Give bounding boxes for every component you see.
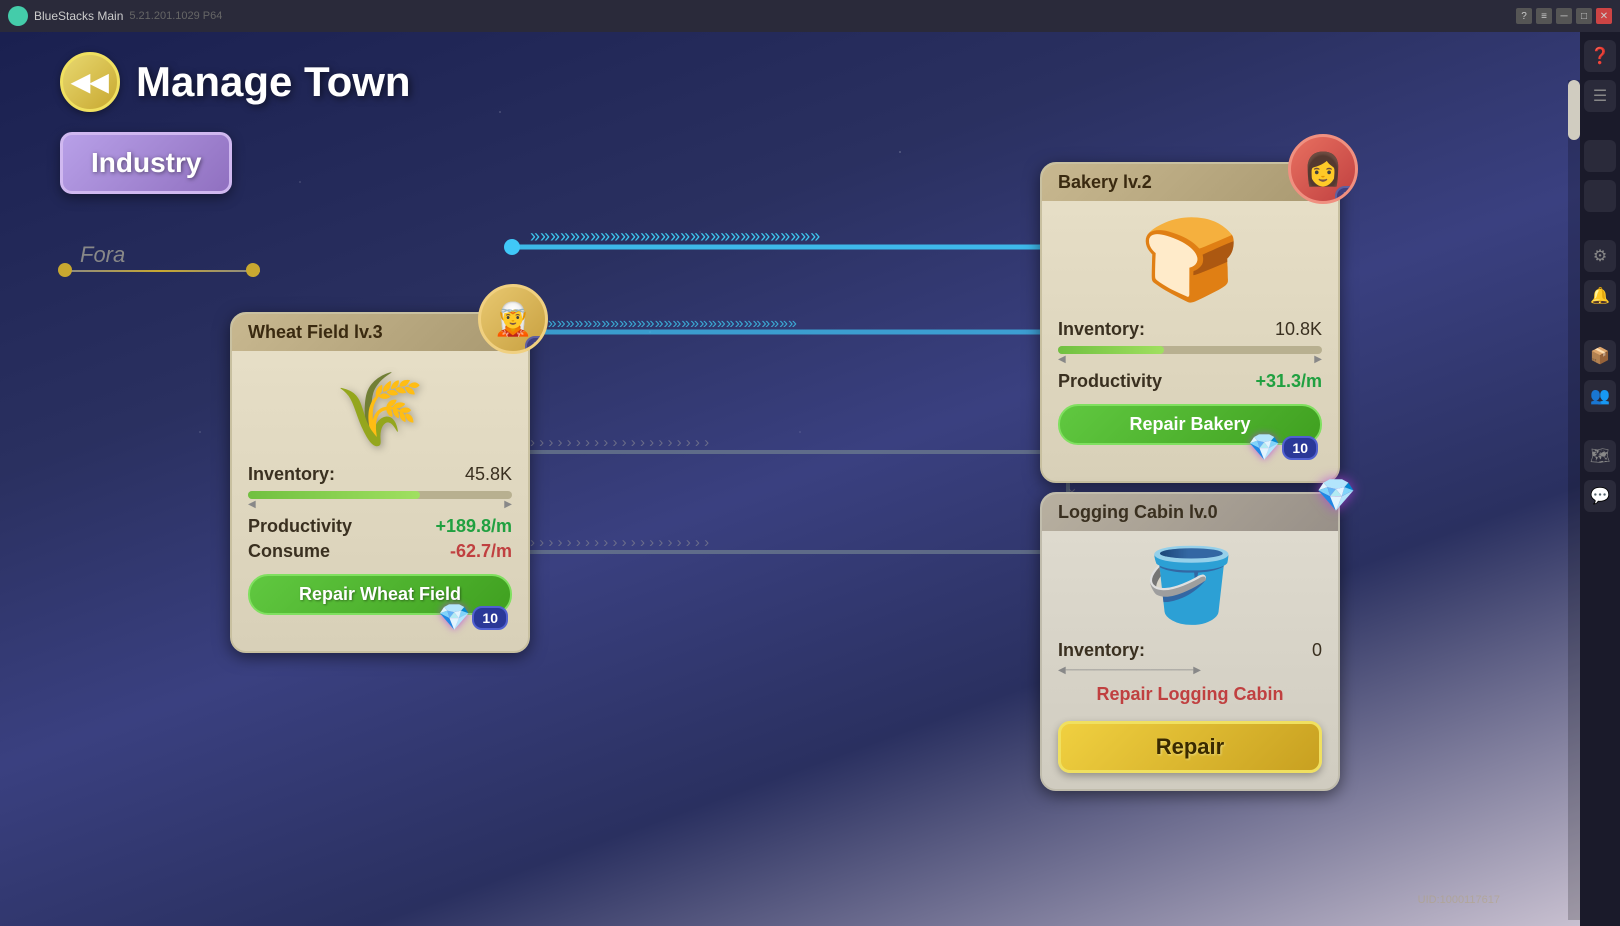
wheat-consume-stat: Consume -62.7/m bbox=[248, 541, 512, 562]
sidebar-icon-2[interactable]: ☰ bbox=[1584, 80, 1616, 112]
bakery-card: 👩 lv.30 Bakery lv.2 🍞 Inventory: 10.8K ◀… bbox=[1040, 162, 1340, 483]
wheat-consume-label: Consume bbox=[248, 541, 330, 562]
bakery-avatar: 👩 lv.30 bbox=[1288, 134, 1358, 204]
repair-logging-btn-label: Repair bbox=[1156, 734, 1224, 759]
wheat-repair-container: Repair Wheat Field 💎 10 bbox=[248, 574, 512, 615]
logging-gem-badge: 💎 bbox=[1316, 476, 1356, 514]
logging-header: Logging Cabin lv.0 bbox=[1042, 494, 1338, 531]
bakery-productivity-label: Productivity bbox=[1058, 371, 1162, 392]
wheat-gem-icon: 💎 bbox=[438, 602, 470, 633]
wheat-icon-container: 🌾 bbox=[248, 367, 512, 452]
bakery-inventory-progress: ◀▶ bbox=[1058, 346, 1322, 365]
logging-inventory-value: 0 bbox=[1312, 640, 1322, 661]
wheat-gem-badge: 💎 10 bbox=[438, 602, 508, 633]
title-bar-app-name: BlueStacks Main bbox=[34, 9, 123, 23]
wheat-inventory-label: Inventory: bbox=[248, 464, 335, 485]
repair-wheat-label: Repair Wheat Field bbox=[299, 584, 461, 605]
repair-bakery-label: Repair Bakery bbox=[1129, 414, 1250, 435]
sidebar-icon-8[interactable]: 👥 bbox=[1584, 380, 1616, 412]
sidebar-icon-3[interactable] bbox=[1584, 140, 1616, 172]
close-button[interactable]: ✕ bbox=[1596, 8, 1612, 24]
wheat-field-card: 🧝 lv.47 Wheat Field lv.3 🌾 Inventory: 45… bbox=[230, 312, 530, 653]
sidebar-icon-5[interactable]: ⚙ bbox=[1584, 240, 1616, 272]
bakery-progress-bar bbox=[1058, 346, 1322, 354]
wheat-productivity-label: Productivity bbox=[248, 516, 352, 537]
fora-dot-right bbox=[246, 263, 260, 277]
bluestacks-logo bbox=[8, 6, 28, 26]
wheat-inventory-value: 45.8K bbox=[465, 464, 512, 485]
repair-logging-button[interactable]: Repair bbox=[1058, 721, 1322, 773]
bakery-inventory-value: 10.8K bbox=[1275, 319, 1322, 340]
page-header: ◀◀ Manage Town bbox=[60, 52, 411, 112]
wheat-productivity-value: +189.8/m bbox=[435, 516, 512, 537]
sidebar-icon-6[interactable]: 🔔 bbox=[1584, 280, 1616, 312]
wheat-inventory-stat: Inventory: 45.8K bbox=[248, 464, 512, 485]
repair-logging-label: Repair Logging Cabin bbox=[1058, 684, 1322, 705]
wheat-progress-fill bbox=[248, 491, 420, 499]
wheat-icon: 🌾 bbox=[335, 367, 425, 452]
bakery-inventory-label: Inventory: bbox=[1058, 319, 1145, 340]
log-icon: 🪣 bbox=[1058, 543, 1322, 628]
bakery-productivity-value: +31.3/m bbox=[1255, 371, 1322, 392]
scrollbar-thumb[interactable] bbox=[1568, 80, 1580, 140]
industry-tab[interactable]: Industry bbox=[60, 132, 232, 194]
bakery-gem-icon: 💎 bbox=[1248, 432, 1280, 463]
maximize-button[interactable]: □ bbox=[1576, 8, 1592, 24]
wheat-progress-arrows: ◀▶ bbox=[248, 499, 512, 510]
logging-cabin-card: 💎 Logging Cabin lv.0 🪣 Inventory: 0 ◀───… bbox=[1040, 492, 1340, 791]
bakery-body: 🍞 Inventory: 10.8K ◀▶ Productivity +31.3… bbox=[1042, 213, 1338, 481]
logging-gem-icon: 💎 bbox=[1316, 477, 1356, 513]
wheat-field-title: Wheat Field lv.3 bbox=[248, 322, 383, 342]
bread-icon: 🍞 bbox=[1058, 213, 1322, 307]
bakery-inventory-stat: Inventory: 10.8K bbox=[1058, 319, 1322, 340]
bakery-productivity-stat: Productivity +31.3/m bbox=[1058, 371, 1322, 392]
title-bar-left: BlueStacks Main 5.21.201.1029 P64 bbox=[8, 6, 222, 26]
wheat-inventory-progress: ◀▶ bbox=[248, 491, 512, 510]
bakery-gem-count: 10 bbox=[1282, 436, 1318, 460]
logging-inv-arrows: ◀──────────────────▶ bbox=[1058, 665, 1322, 676]
wheat-productivity-stat: Productivity +189.8/m bbox=[248, 516, 512, 537]
wheat-field-body: 🌾 Inventory: 45.8K ◀▶ Productivity +189.… bbox=[232, 367, 528, 651]
logging-inventory-label: Inventory: bbox=[1058, 640, 1145, 661]
logging-icon-container: 🪣 bbox=[1058, 543, 1322, 628]
minimize-button[interactable]: ─ bbox=[1556, 8, 1572, 24]
fora-label: Fora bbox=[80, 242, 125, 268]
title-bar: BlueStacks Main 5.21.201.1029 P64 ? ≡ ─ … bbox=[0, 0, 1620, 32]
fora-dot-left bbox=[58, 263, 72, 277]
sidebar-icon-7[interactable]: 📦 bbox=[1584, 340, 1616, 372]
wheat-gem-count: 10 bbox=[472, 606, 508, 630]
right-sidebar: ❓ ☰ ⚙ 🔔 📦 👥 🗺 💬 bbox=[1580, 32, 1620, 926]
game-area: ◀◀ Manage Town Industry Fora »»»»»»»»»»»… bbox=[0, 32, 1580, 926]
fora-line bbox=[60, 270, 260, 272]
sidebar-icon-9[interactable]: 🗺 bbox=[1584, 440, 1616, 472]
back-button[interactable]: ◀◀ bbox=[60, 52, 120, 112]
bakery-title: Bakery lv.2 bbox=[1058, 172, 1152, 192]
title-bar-controls: ? ≡ ─ □ ✕ bbox=[1516, 8, 1612, 24]
wheat-progress-bar bbox=[248, 491, 512, 499]
bakery-repair-container: Repair Bakery 💎 10 bbox=[1058, 404, 1322, 445]
sidebar-icon-4[interactable] bbox=[1584, 180, 1616, 212]
logging-title: Logging Cabin lv.0 bbox=[1058, 502, 1218, 522]
logging-inventory-stat: Inventory: 0 bbox=[1058, 640, 1322, 661]
title-bar-version: 5.21.201.1029 P64 bbox=[129, 10, 222, 22]
page-title: Manage Town bbox=[136, 58, 411, 106]
back-arrow-icon: ◀◀ bbox=[72, 68, 109, 97]
bakery-progress-arrows: ◀▶ bbox=[1058, 354, 1322, 365]
bakery-progress-fill bbox=[1058, 346, 1164, 354]
wheat-consume-value: -62.7/m bbox=[450, 541, 512, 562]
bottom-decoration: UID:1000117617 bbox=[1418, 894, 1500, 906]
menu-button[interactable]: ≡ bbox=[1536, 8, 1552, 24]
bakery-gem-badge: 💎 10 bbox=[1248, 432, 1318, 463]
wheat-field-avatar: 🧝 lv.47 bbox=[478, 284, 548, 354]
logging-body: 🪣 Inventory: 0 ◀──────────────────▶ Repa… bbox=[1042, 543, 1338, 789]
bakery-icon-container: 🍞 bbox=[1058, 213, 1322, 307]
scrollbar-track bbox=[1568, 80, 1580, 920]
help-button[interactable]: ? bbox=[1516, 8, 1532, 24]
sidebar-icon-10[interactable]: 💬 bbox=[1584, 480, 1616, 512]
sidebar-icon-1[interactable]: ❓ bbox=[1584, 40, 1616, 72]
